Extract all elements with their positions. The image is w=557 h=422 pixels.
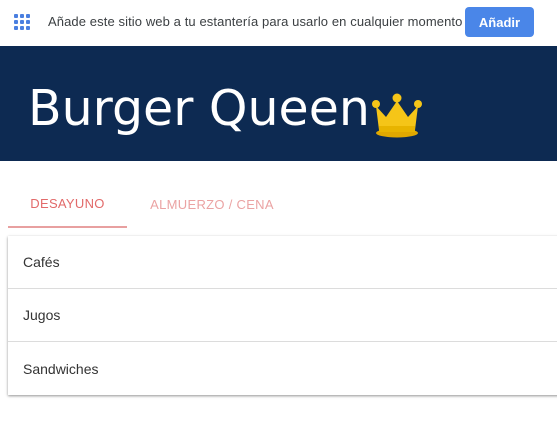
- tab-lunch-dinner[interactable]: ALMUERZO / CENA: [127, 180, 297, 228]
- list-item-juices[interactable]: Jugos: [8, 289, 557, 342]
- crown-icon: [372, 93, 422, 138]
- add-to-shelf-bar: Añade este sitio web a tu estantería par…: [0, 0, 557, 46]
- list-item-coffees[interactable]: Cafés: [8, 236, 557, 289]
- page-title: Burger Queen: [28, 80, 370, 137]
- tab-breakfast[interactable]: DESAYUNO: [8, 180, 127, 228]
- app-header: Burger Queen: [0, 46, 557, 161]
- apps-grid-icon[interactable]: [14, 14, 30, 30]
- add-button[interactable]: Añadir: [465, 7, 534, 37]
- list-item-sandwiches[interactable]: Sandwiches: [8, 342, 557, 395]
- shelf-message: Añade este sitio web a tu estantería par…: [48, 14, 463, 29]
- meal-tabs: DESAYUNO ALMUERZO / CENA: [8, 180, 297, 230]
- menu-list: Cafés Jugos Sandwiches: [8, 236, 557, 395]
